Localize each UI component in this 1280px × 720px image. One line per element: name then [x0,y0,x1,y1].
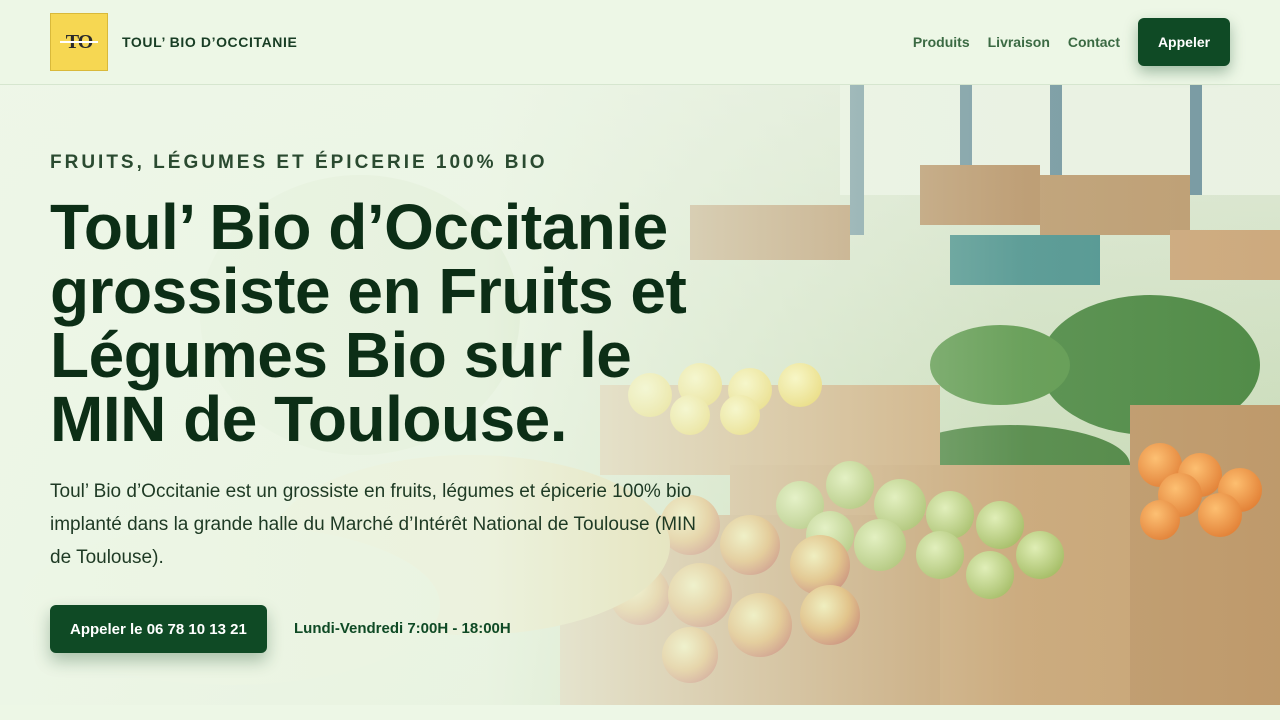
logo-mark: TO [59,30,98,53]
brand-name: TOUL’ BIO D’OCCITANIE [122,34,298,50]
hero-title-line: Toul’ Bio d’Occitanie [50,191,668,263]
hero-description: Toul’ Bio d’Occitanie est un grossiste e… [50,481,697,568]
hero-title: Toul’ Bio d’Occitanie grossiste en Fruit… [50,195,770,451]
call-button[interactable]: Appeler [1138,18,1230,66]
nav-link-livraison[interactable]: Livraison [988,34,1050,50]
call-phone-button[interactable]: Appeler le 06 78 10 13 21 [50,605,267,653]
section-divider [0,705,1280,720]
site-header: TO TOUL’ BIO D’OCCITANIE Produits Livrai… [0,0,1280,85]
hero-title-line: MIN de Toulouse. [50,383,568,455]
hero-title-line: grossiste en Fruits et [50,255,687,327]
nav-link-produits[interactable]: Produits [913,34,970,50]
hero-title-line: Légumes Bio sur le [50,319,632,391]
logo[interactable]: TO [50,13,108,71]
nav-link-contact[interactable]: Contact [1068,34,1120,50]
main-nav: Produits Livraison Contact [913,34,1120,50]
page: TO TOUL’ BIO D’OCCITANIE Produits Livrai… [0,0,1280,720]
hero-eyebrow: FRUITS, LÉGUMES ET ÉPICERIE 100% BIO [50,152,548,173]
hero-section: FRUITS, LÉGUMES ET ÉPICERIE 100% BIO Tou… [0,85,1280,705]
opening-hours: Lundi-Vendredi 7:00H - 18:00H [294,620,511,637]
